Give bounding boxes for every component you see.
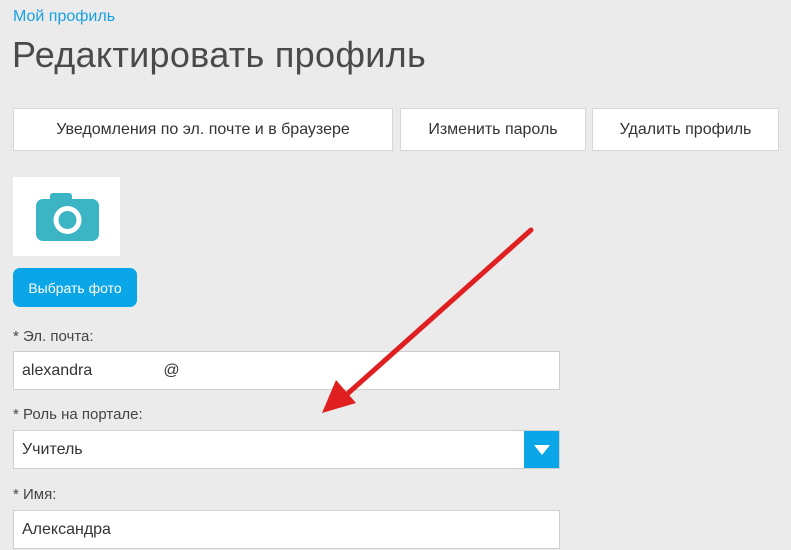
email-field[interactable]: alexandra @ [13,351,560,390]
page-title: Редактировать профиль [12,34,427,75]
role-selected-value: Учитель [22,441,83,458]
change-password-button[interactable]: Изменить пароль [400,108,586,151]
choose-photo-button[interactable]: Выбрать фото [13,268,137,307]
breadcrumb-my-profile[interactable]: Мой профиль [13,8,115,26]
name-label: * Имя: [13,486,57,503]
chevron-down-icon [533,444,550,455]
role-select[interactable]: Учитель [13,430,560,469]
first-name-field[interactable]: Александра [13,510,560,549]
delete-profile-button[interactable]: Удалить профиль [592,108,779,151]
notifications-settings-button[interactable]: Уведомления по эл. почте и в браузере [13,108,393,151]
role-label: * Роль на портале: [13,406,143,423]
email-label: * Эл. почта: [13,328,94,345]
edit-profile-page: Мой профиль Редактировать профиль Уведом… [0,0,791,550]
camera-icon [36,193,99,241]
dropdown-toggle[interactable] [524,431,559,468]
profile-photo-placeholder [13,177,120,256]
